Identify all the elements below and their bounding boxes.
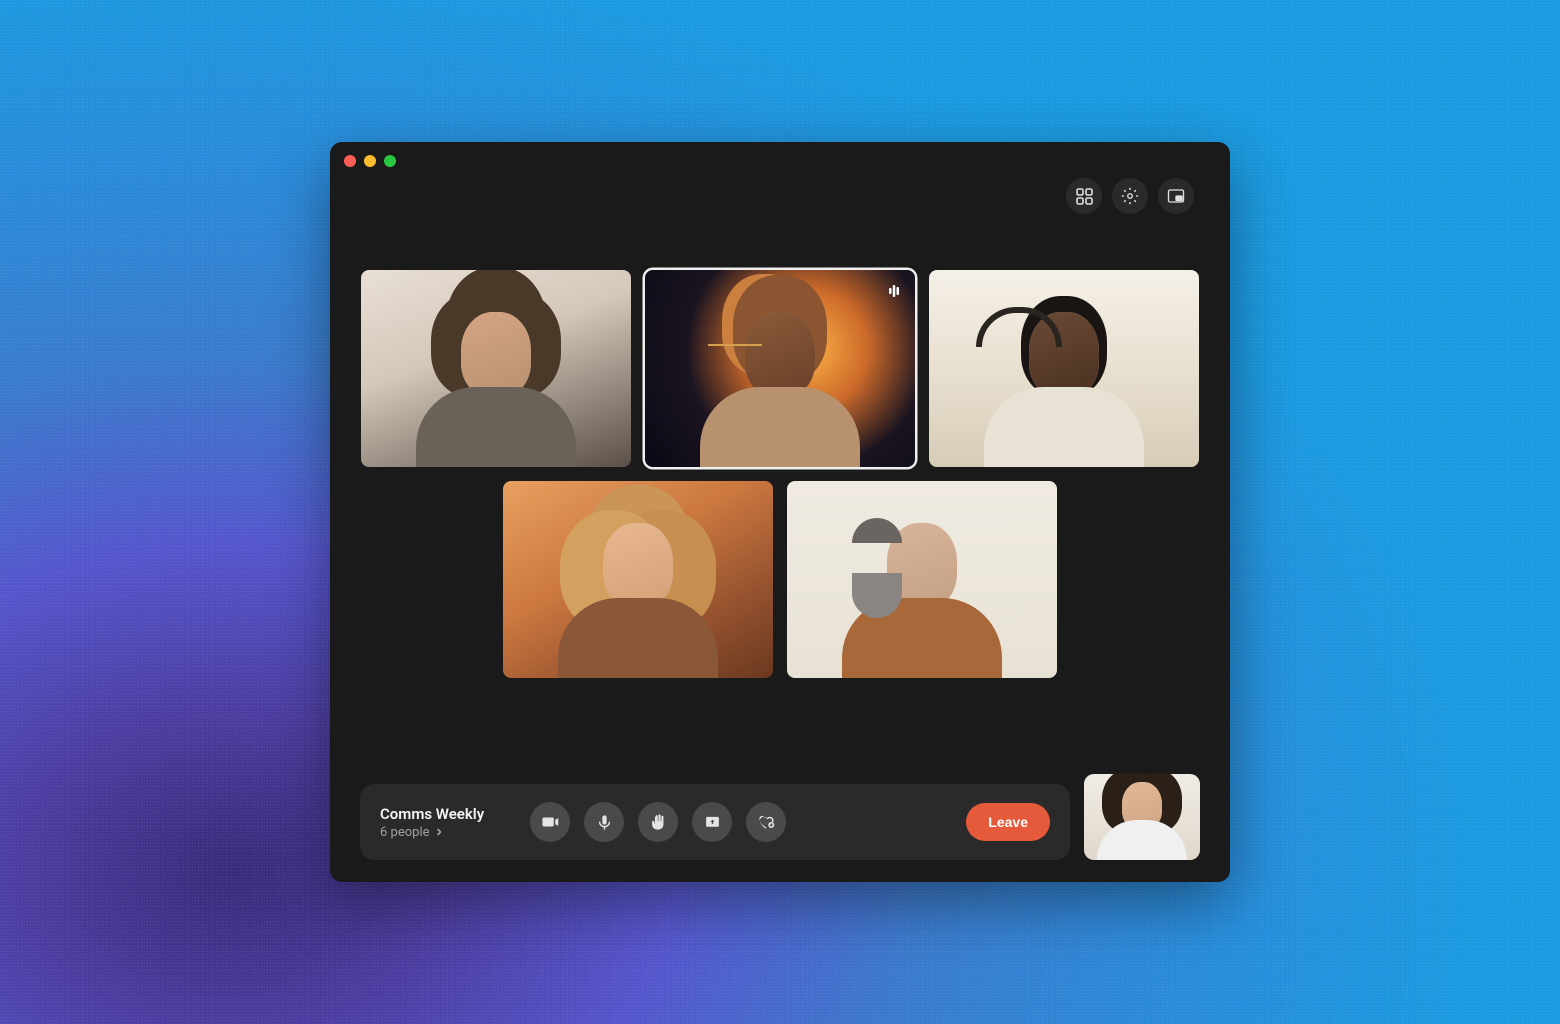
participant-tile[interactable] [929,270,1199,467]
speaking-indicator-icon [883,280,905,302]
participant-tile[interactable] [787,481,1057,678]
microphone-button[interactable] [584,802,624,842]
reaction-icon [757,813,775,831]
chevron-right-icon [434,827,444,837]
window-minimize-button[interactable] [364,155,376,167]
app-window: Comms Weekly 6 people [330,142,1230,882]
people-count-button[interactable]: 6 people [380,825,510,840]
window-maximize-button[interactable] [384,155,396,167]
layout-grid-icon [1076,188,1093,205]
bottom-area: Comms Weekly 6 people [330,772,1230,882]
header-controls [1066,178,1194,214]
pip-button[interactable] [1158,178,1194,214]
video-grid [330,180,1230,772]
control-icons [530,802,786,842]
raise-hand-icon [650,814,667,831]
camera-button[interactable] [530,802,570,842]
microphone-icon [596,814,613,831]
layout-button[interactable] [1066,178,1102,214]
traffic-lights [344,155,396,167]
pip-icon [1167,187,1185,205]
camera-icon [541,813,559,831]
meeting-info: Comms Weekly 6 people [380,805,510,840]
leave-button[interactable]: Leave [966,803,1050,841]
self-video-preview[interactable] [1084,774,1200,860]
control-bar: Comms Weekly 6 people [360,784,1070,860]
titlebar [330,142,1230,180]
participant-tile[interactable] [503,481,773,678]
participant-tile[interactable] [361,270,631,467]
participant-tile[interactable] [645,270,915,467]
share-screen-icon [704,814,721,831]
meeting-title: Comms Weekly [380,805,510,823]
people-count-label: 6 people [380,825,430,840]
share-screen-button[interactable] [692,802,732,842]
gear-icon [1121,187,1139,205]
reaction-button[interactable] [746,802,786,842]
window-close-button[interactable] [344,155,356,167]
settings-button[interactable] [1112,178,1148,214]
raise-hand-button[interactable] [638,802,678,842]
